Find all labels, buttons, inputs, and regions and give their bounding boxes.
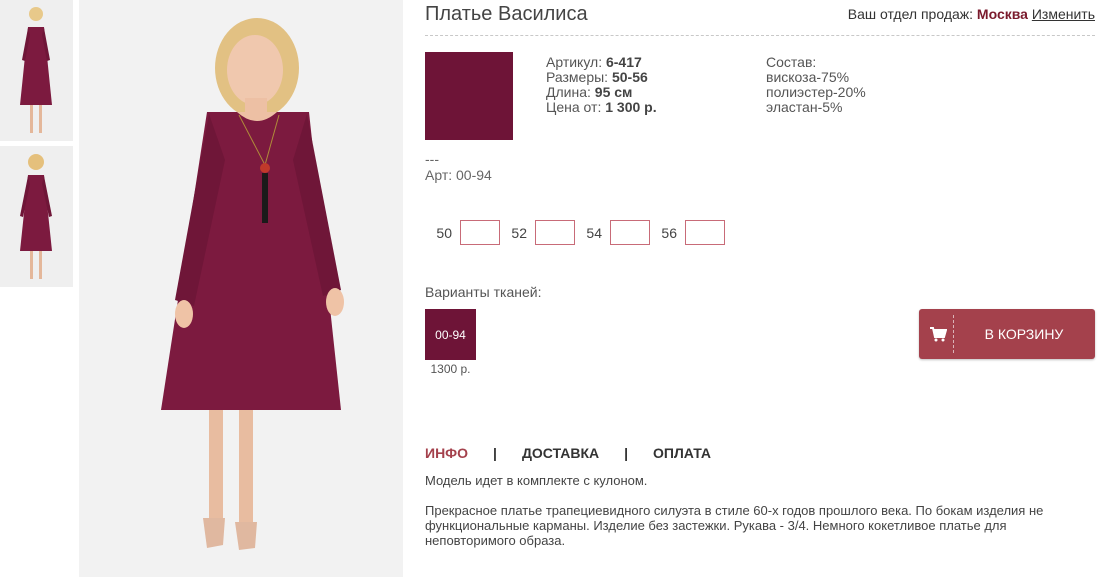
size-group-56: 56 — [650, 220, 725, 245]
product-specs: Артикул: 6-417 Размеры: 50-56 Длина: 95 … — [546, 55, 657, 115]
composition-item: эластан-5% — [766, 99, 843, 115]
size-label: 54 — [586, 224, 602, 241]
product-panel: Платье Василиса Ваш отдел продаж: Москва… — [425, 0, 1095, 548]
composition-label: Состав: — [766, 54, 817, 70]
tab-separator: | — [493, 445, 497, 461]
spec-value: 50-56 — [611, 69, 648, 85]
cart-label: В КОРЗИНУ — [984, 326, 1064, 342]
spec-price: Цена от: 1 300 р. — [546, 100, 657, 115]
size-label: 52 — [511, 224, 527, 241]
description-paragraph: Прекрасное платье трапециевидного силуэт… — [425, 503, 1044, 548]
size-quantity-input-56[interactable] — [685, 220, 725, 245]
size-label: 56 — [661, 224, 677, 241]
dress-model-image — [79, 0, 403, 577]
size-quantity-row: 50 52 54 56 — [425, 220, 725, 245]
spec-value: 95 см — [594, 84, 633, 100]
dress-front-thumbnail-image — [0, 0, 73, 141]
fabric-variants-label: Варианты тканей: — [425, 284, 542, 300]
color-swatch — [425, 52, 513, 140]
size-group-54: 54 — [575, 220, 650, 245]
size-group-52: 52 — [500, 220, 575, 245]
change-region-link[interactable]: Изменить — [1032, 6, 1095, 22]
meta-article: Арт: 00-94 — [425, 167, 492, 183]
spec-label: Артикул: — [546, 54, 603, 70]
product-title: Платье Василиса — [425, 3, 588, 25]
spec-sizes: Размеры: 50-56 — [546, 70, 657, 85]
meta-dashes: --- — [425, 151, 439, 167]
sales-region: Ваш отдел продаж: Москва Изменить — [848, 6, 1095, 22]
fabric-variant-price: 1300 р. — [430, 362, 471, 376]
fabric-variant-swatch[interactable]: 00-94 — [425, 309, 476, 360]
product-meta: --- Арт: 00-94 — [425, 151, 492, 183]
composition: Состав: вискоза-75% полиэстер-20% эласта… — [766, 55, 866, 115]
product-description: Модель идет в комплекте с кулоном. Прекр… — [425, 473, 1065, 548]
tab-delivery[interactable]: ДОСТАВКА — [522, 445, 599, 461]
description-paragraph: Модель идет в комплекте с кулоном. — [425, 473, 648, 488]
tab-info[interactable]: ИНФО — [425, 445, 468, 461]
add-to-cart-button[interactable]: В КОРЗИНУ — [919, 309, 1095, 359]
spec-label: Цена от: — [546, 99, 602, 115]
spec-label: Длина: — [546, 84, 591, 100]
size-quantity-input-50[interactable] — [460, 220, 500, 245]
fabric-code: 00-94 — [435, 327, 466, 342]
info-tabs: ИНФО | ДОСТАВКА | ОПЛАТА — [425, 445, 711, 461]
size-quantity-input-54[interactable] — [610, 220, 650, 245]
size-group-50: 50 — [425, 220, 500, 245]
product-header: Платье Василиса Ваш отдел продаж: Москва… — [425, 0, 1095, 36]
composition-item: полиэстер-20% — [766, 84, 866, 100]
thumbnail-list — [0, 0, 73, 287]
spec-value: 1 300 р. — [605, 99, 657, 115]
main-product-photo[interactable] — [79, 0, 403, 577]
thumbnail-front[interactable] — [0, 0, 73, 141]
size-label: 50 — [436, 224, 452, 241]
spec-article: Артикул: 6-417 — [546, 55, 657, 70]
size-quantity-input-52[interactable] — [535, 220, 575, 245]
spec-length: Длина: 95 см — [546, 85, 657, 100]
spec-label: Размеры: — [546, 69, 609, 85]
tab-separator: | — [624, 445, 629, 461]
dress-back-thumbnail-image — [0, 146, 73, 287]
region-city: Москва — [976, 6, 1028, 22]
spec-value: 6-417 — [605, 54, 642, 70]
tab-payment[interactable]: ОПЛАТА — [653, 445, 711, 461]
region-label: Ваш отдел продаж: — [847, 6, 974, 22]
cart-icon — [930, 327, 947, 342]
thumbnail-back[interactable] — [0, 146, 73, 287]
composition-item: вискоза-75% — [766, 69, 850, 85]
